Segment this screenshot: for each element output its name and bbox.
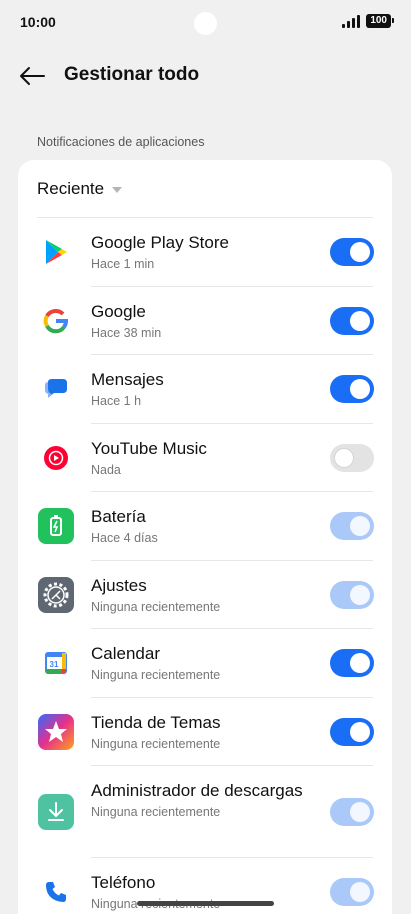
messages-icon xyxy=(38,371,74,407)
battery-level: 100 xyxy=(370,15,387,26)
home-indicator[interactable] xyxy=(137,901,274,906)
app-list: Google Play Store Hace 1 min Google Hace… xyxy=(18,218,392,914)
list-item[interactable]: Ajustes Ninguna recientemente xyxy=(18,561,392,629)
app-last-notification: Nada xyxy=(91,462,121,477)
notification-toggle[interactable] xyxy=(330,717,374,746)
app-last-notification: Ninguna recientemente xyxy=(91,805,221,819)
back-arrow-icon xyxy=(20,67,45,85)
caret-down-icon xyxy=(112,187,123,193)
app-name: Google xyxy=(91,301,146,321)
battery-status-icon: 100 xyxy=(366,14,394,28)
camera-cutout xyxy=(194,12,217,35)
calendar-icon: 31 xyxy=(38,645,74,681)
list-item[interactable]: Tienda de Temas Ninguna recientemente xyxy=(18,698,392,766)
notification-toggle[interactable] xyxy=(330,238,374,267)
app-name: YouTube Music xyxy=(91,438,207,458)
list-item[interactable]: Mensajes Hace 1 h xyxy=(18,355,392,424)
app-name: Tienda de Temas xyxy=(91,712,221,732)
section-label: Notificaciones de aplicaciones xyxy=(37,135,205,149)
app-name: Ajustes xyxy=(91,575,147,595)
app-notifications-card: Reciente Google Play Store Hace 1 min Go… xyxy=(18,160,392,914)
phone-icon xyxy=(38,874,74,910)
status-bar: 10:00 100 xyxy=(0,0,411,46)
list-item[interactable]: Google Play Store Hace 1 min xyxy=(18,218,392,287)
svg-text:31: 31 xyxy=(50,660,59,669)
app-last-notification: Ninguna recientemente xyxy=(91,736,221,751)
notification-toggle[interactable] xyxy=(330,580,374,609)
list-item[interactable]: YouTube Music Nada xyxy=(18,424,392,492)
app-name: Google Play Store xyxy=(91,233,229,252)
app-last-notification: Ninguna recientemente xyxy=(91,599,221,614)
notification-toggle[interactable] xyxy=(330,306,374,335)
signal-icon xyxy=(342,14,361,28)
status-time: 10:00 xyxy=(20,14,56,30)
play-store-icon xyxy=(38,234,74,270)
app-last-notification: Hace 1 h xyxy=(91,394,142,408)
notification-toggle[interactable] xyxy=(330,443,374,472)
list-item[interactable]: 31 Calendar Ninguna recientemente xyxy=(18,629,392,698)
filter-label: Reciente xyxy=(37,179,105,198)
notification-toggle[interactable] xyxy=(330,878,374,907)
app-last-notification: Hace 1 min xyxy=(91,257,155,271)
list-item[interactable]: Google Hace 38 min xyxy=(18,287,392,355)
app-name: Calendar xyxy=(91,644,160,663)
app-name: Batería xyxy=(91,507,146,526)
back-button[interactable] xyxy=(14,60,50,92)
settings-gear-icon xyxy=(38,576,74,613)
theme-store-icon xyxy=(38,713,74,750)
app-last-notification: Hace 4 días xyxy=(91,531,158,545)
notification-toggle[interactable] xyxy=(330,649,374,678)
notification-toggle[interactable] xyxy=(330,798,374,826)
app-name: Administrador de descargas xyxy=(91,781,303,800)
page-title: Gestionar todo xyxy=(64,64,200,85)
notification-toggle[interactable] xyxy=(330,375,374,404)
app-last-notification: Hace 38 min xyxy=(91,325,162,340)
youtube-music-icon xyxy=(38,440,74,476)
status-icons: 100 xyxy=(342,14,394,28)
header: Gestionar todo xyxy=(0,56,411,96)
notification-toggle[interactable] xyxy=(330,512,374,541)
download-icon xyxy=(38,794,74,830)
app-name: Teléfono xyxy=(91,873,156,892)
battery-icon xyxy=(38,508,74,545)
filter-dropdown[interactable]: Reciente xyxy=(37,179,123,199)
app-name: Mensajes xyxy=(91,370,164,389)
app-last-notification: Ninguna recientemente xyxy=(91,668,221,682)
google-icon xyxy=(38,303,74,339)
list-item[interactable]: Batería Hace 4 días xyxy=(18,492,392,561)
list-item[interactable]: Administrador de descargas Ninguna recie… xyxy=(18,766,392,858)
